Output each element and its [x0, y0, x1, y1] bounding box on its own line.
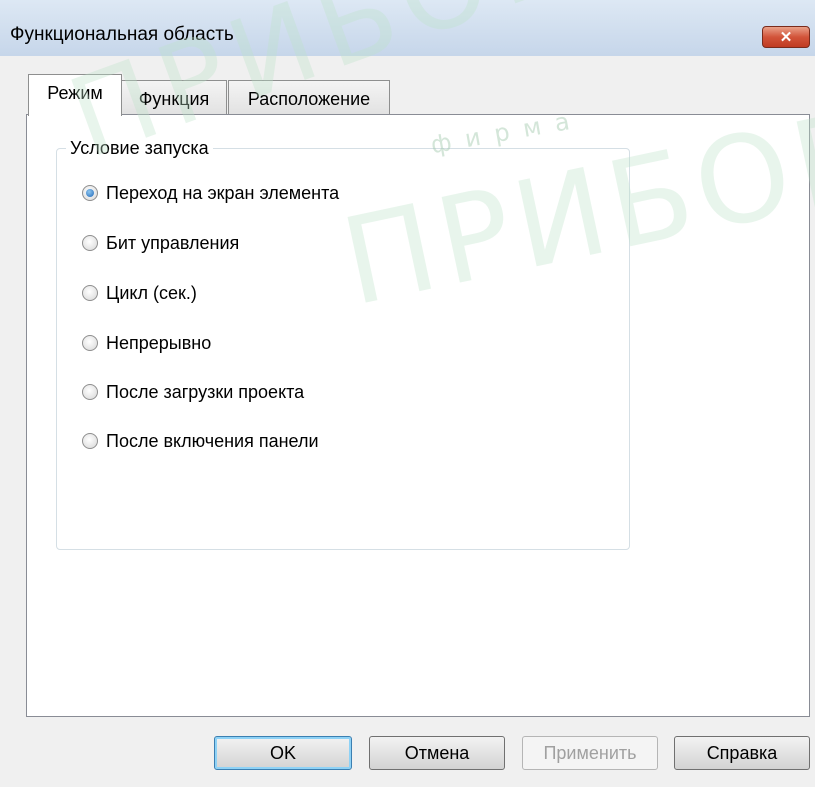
window-title: Функциональная область — [10, 24, 234, 45]
tab-label: Функция — [138, 89, 210, 109]
tab-label: Режим — [47, 83, 103, 103]
radio-button[interactable] — [82, 384, 98, 400]
radio-button[interactable] — [82, 285, 98, 301]
radio-label: Бит управления — [106, 232, 240, 253]
apply-button[interactable]: Применить — [522, 736, 658, 770]
radio-after-panel-power-on[interactable]: После включения панели — [82, 429, 319, 453]
tab-function[interactable]: Функция — [121, 80, 227, 116]
radio-label: Непрерывно — [106, 332, 212, 353]
radio-cycle[interactable]: Цикл (сек.) — [82, 281, 197, 305]
radio-continuous[interactable]: Непрерывно — [82, 331, 211, 355]
tab-mode[interactable]: Режим — [28, 74, 122, 116]
cancel-button[interactable]: Отмена — [369, 736, 505, 770]
tab-label: Расположение — [247, 89, 371, 109]
radio-after-project-load[interactable]: После загрузки проекта — [82, 380, 304, 404]
tab-location[interactable]: Расположение — [228, 80, 390, 116]
ok-button[interactable]: OK — [214, 736, 352, 770]
close-button[interactable]: ✕ — [762, 26, 810, 48]
groupbox-legend: Условие запуска — [66, 138, 213, 159]
help-button[interactable]: Справка — [674, 736, 810, 770]
radio-button[interactable] — [82, 235, 98, 251]
radio-label: После загрузки проекта — [106, 381, 305, 402]
close-icon: ✕ — [779, 29, 793, 46]
radio-button[interactable] — [82, 335, 98, 351]
radio-label: Переход на экран элемента — [106, 182, 340, 203]
title-bar[interactable]: Функциональная область ✕ — [0, 0, 815, 56]
radio-label: После включения панели — [106, 430, 319, 451]
radio-screen-transition[interactable]: Переход на экран элемента — [82, 181, 339, 205]
radio-control-bit[interactable]: Бит управления — [82, 231, 239, 255]
radio-label: Цикл (сек.) — [106, 282, 197, 303]
radio-button-checked[interactable] — [82, 185, 98, 201]
radio-button[interactable] — [82, 433, 98, 449]
